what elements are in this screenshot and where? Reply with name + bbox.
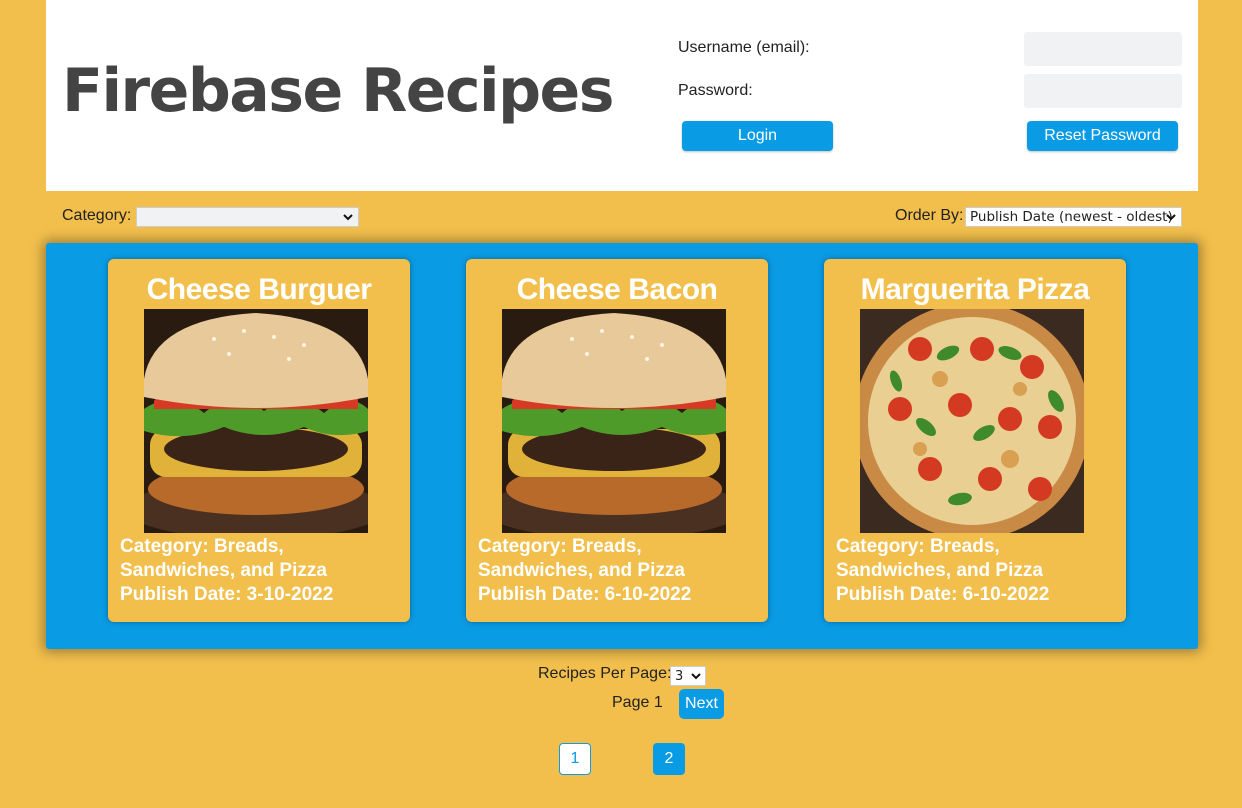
per-page-select-value: 3 — [675, 668, 684, 684]
recipe-card[interactable]: Cheese Burguer Category: Breads, Sandwic… — [108, 259, 410, 622]
recipe-title: Cheese Burguer — [146, 273, 372, 306]
password-label: Password: — [678, 82, 753, 99]
category-label: Category: — [62, 207, 132, 224]
recipe-meta: Category: Breads, Sandwiches, and Pizza … — [120, 535, 360, 607]
recipe-publish-date: Publish Date: 6-10-2022 — [836, 584, 1050, 605]
reset-password-button[interactable]: Reset Password — [1027, 121, 1178, 151]
burger-photo — [502, 309, 726, 533]
recipe-category: Category: Breads, Sandwiches, and Pizza — [478, 536, 685, 581]
page-number-button[interactable]: 2 — [653, 743, 685, 775]
recipe-title: Marguerita Pizza — [860, 273, 1090, 306]
recipe-title: Cheese Bacon — [516, 273, 718, 306]
chevron-down-icon — [343, 214, 353, 221]
chevron-down-icon — [691, 673, 701, 680]
recipes-panel: Cheese Burguer Category: Breads, Sandwic… — [46, 243, 1198, 649]
burger-photo — [144, 309, 368, 533]
username-input[interactable] — [1024, 32, 1182, 66]
username-label: Username (email): — [678, 39, 810, 56]
per-page-select[interactable]: 3 — [670, 666, 706, 686]
recipe-publish-date: Publish Date: 3-10-2022 — [120, 584, 334, 605]
recipe-meta: Category: Breads, Sandwiches, and Pizza … — [836, 535, 1076, 607]
next-page-button[interactable]: Next — [679, 689, 724, 719]
recipe-category: Category: Breads, Sandwiches, and Pizza — [120, 536, 327, 581]
recipe-meta: Category: Breads, Sandwiches, and Pizza … — [478, 535, 718, 607]
page-indicator: Page 1 — [612, 694, 663, 711]
per-page-label: Recipes Per Page: — [538, 665, 672, 682]
order-by-select[interactable]: Publish Date (newest - oldest) — [965, 207, 1182, 227]
page-number-button[interactable]: 1 — [559, 743, 591, 775]
app-header: Firebase Recipes Username (email): Passw… — [46, 0, 1198, 191]
recipe-card[interactable]: Cheese Bacon Category: Breads, Sandwiche… — [466, 259, 768, 622]
recipe-publish-date: Publish Date: 6-10-2022 — [478, 584, 692, 605]
category-select[interactable] — [136, 207, 359, 227]
order-by-label: Order By: — [895, 207, 964, 224]
recipe-card[interactable]: Marguerita Pizza Category: Breads, Sandw… — [824, 259, 1126, 622]
order-by-select-value: Publish Date (newest - oldest) — [970, 209, 1173, 225]
recipe-category: Category: Breads, Sandwiches, and Pizza — [836, 536, 1043, 581]
pizza-photo — [860, 309, 1084, 533]
login-button[interactable]: Login — [682, 121, 833, 151]
chevron-down-icon — [1166, 214, 1176, 221]
password-input[interactable] — [1024, 74, 1182, 108]
app-title: Firebase Recipes — [62, 56, 614, 126]
